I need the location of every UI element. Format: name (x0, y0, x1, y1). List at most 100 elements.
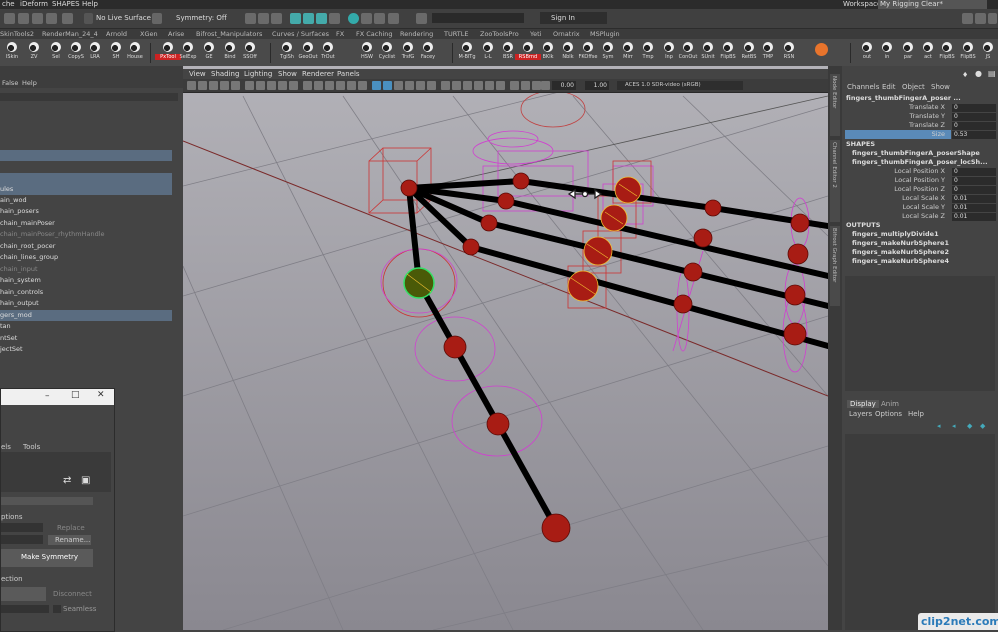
layer-menu-item[interactable]: Options (875, 410, 902, 418)
viewport-scene[interactable] (183, 66, 828, 630)
viewport-tool-icon[interactable] (383, 81, 392, 90)
sign-in-dropdown[interactable]: Sign In (540, 12, 607, 24)
pause-icon[interactable] (388, 13, 399, 24)
shelf-button[interactable]: Sel (46, 41, 66, 65)
viewport-tool-icon[interactable] (416, 81, 425, 90)
viewport-menu-item[interactable]: Shading (211, 69, 239, 79)
shape-attr-name[interactable]: Local Position X (845, 167, 945, 176)
shelf-sphere-icon[interactable] (815, 43, 828, 56)
channel-menu-item[interactable]: Edit (882, 83, 896, 91)
viewport-tool-icon[interactable] (245, 81, 254, 90)
shelf-tab[interactable]: Bifrost_Manipulators (196, 29, 262, 39)
outliner-selected-row[interactable] (0, 173, 172, 184)
minimize-icon[interactable]: – (45, 391, 50, 401)
live-surface-label[interactable]: No Live Surface (96, 14, 151, 22)
channel-menu-item[interactable]: Object (902, 83, 925, 91)
outliner-item[interactable]: chain_lines_group (0, 252, 172, 263)
attr-name[interactable]: Translate X (845, 103, 945, 112)
shelf-button[interactable]: GeoOut (298, 41, 318, 65)
bifrost-editor-tab[interactable]: Bifrost Graph Editor (830, 226, 840, 306)
outliner-item[interactable]: chain_root_pocer (0, 241, 172, 252)
shelf-button[interactable]: ISkin (2, 41, 22, 65)
viewport-tool-icon[interactable] (427, 81, 436, 90)
display-tab[interactable]: Display (847, 400, 879, 408)
layer-menu-item[interactable]: Layers (849, 410, 872, 418)
shape-attr-name[interactable]: Local Scale X (845, 194, 945, 203)
channel-menu-item[interactable]: Show (931, 83, 950, 91)
shelf-tab[interactable]: Ornatrix (553, 29, 580, 39)
viewport-tool-icon[interactable] (474, 81, 483, 90)
shelf-button[interactable]: Nblk (558, 41, 578, 65)
shape-attr-value-field[interactable]: 0 (952, 176, 996, 185)
tool-icon[interactable] (62, 13, 73, 24)
outliner-item[interactable]: gers_mod (0, 309, 172, 321)
viewport-tool-icon[interactable] (198, 81, 207, 90)
shelf-button[interactable]: RetBS (739, 41, 759, 65)
shelf-button[interactable]: Cyclist (377, 41, 397, 65)
shelf-button[interactable]: Mirr (618, 41, 638, 65)
viewport-tool-icon[interactable] (314, 81, 323, 90)
shelf-tab[interactable]: FX (336, 29, 344, 39)
shelf-button[interactable]: in (877, 41, 897, 65)
channel-editor-tab[interactable]: Channel Editor 2 (830, 140, 840, 222)
viewport-menu-item[interactable]: Show (278, 69, 297, 79)
tool-icon[interactable] (329, 13, 340, 24)
shape-name[interactable]: fingers_thumbFingerA_poser_locSh... (852, 158, 988, 167)
shape-attr-value-field[interactable]: 0.01 (952, 194, 996, 203)
attr-value-field[interactable]: 0 (952, 103, 996, 112)
shape-name[interactable]: fingers_thumbFingerA_poserShape (852, 149, 980, 158)
tool-icon[interactable] (361, 13, 372, 24)
viewport-menu-item[interactable]: Lighting (244, 69, 272, 79)
viewport-tool-icon[interactable] (347, 81, 356, 90)
viewport-tool-icon[interactable] (231, 81, 240, 90)
attr-value-field[interactable]: 0.53 (952, 130, 996, 139)
shelf-button[interactable]: TglSh (277, 41, 297, 65)
shelf-button[interactable]: Bind (220, 41, 240, 65)
shelf-button[interactable]: SUnit (698, 41, 718, 65)
viewport-tool-icon[interactable] (278, 81, 287, 90)
shelf-button[interactable]: House (125, 41, 145, 65)
channel-menu-item[interactable]: Channels (847, 83, 879, 91)
viewport-tool-icon[interactable] (452, 81, 461, 90)
viewport-menu-item[interactable]: Renderer (302, 69, 334, 79)
attr-name[interactable]: Translate Y (845, 112, 945, 121)
command-input[interactable] (432, 13, 524, 23)
symmetry-label[interactable]: Symmetry: Off (176, 14, 227, 22)
viewport-3d[interactable] (183, 66, 828, 630)
output-node[interactable]: fingers_makeNurbSphere1 (852, 239, 949, 248)
render-icon[interactable] (290, 13, 301, 24)
tool-icon[interactable] (4, 13, 15, 24)
shelf-tab[interactable]: ZooToolsPro (480, 29, 519, 39)
outliner-item[interactable]: ntSet (0, 333, 172, 344)
viewport-tool-icon[interactable] (220, 81, 229, 90)
output-node[interactable]: fingers_makeNurbSphere2 (852, 248, 949, 257)
shelf-button[interactable]: par (898, 41, 918, 65)
refresh-icon[interactable]: ⇄ (63, 475, 71, 486)
shape-attr-value-field[interactable]: 0.01 (952, 203, 996, 212)
layer-menu-item[interactable]: Help (908, 410, 924, 418)
viewport-tool-icon[interactable] (325, 81, 334, 90)
outliner-item[interactable]: chain_input (0, 264, 172, 275)
node-editor-tab[interactable]: Node Editor (830, 74, 840, 136)
layer-tool-icon[interactable]: ◆ (967, 422, 972, 430)
viewport-tool-icon[interactable] (496, 81, 505, 90)
render-icon[interactable] (303, 13, 314, 24)
outliner-item[interactable]: hain_controls (0, 287, 172, 298)
outliner-menu-item[interactable]: False (2, 79, 18, 87)
exposure-field[interactable]: 0.00 (552, 81, 576, 90)
viewport-tool-icon[interactable] (405, 81, 414, 90)
shelf-tab[interactable]: Curves / Surfaces (272, 29, 329, 39)
layer-tool-icon[interactable]: ◂ (937, 422, 941, 430)
outliner-item[interactable]: jectSet (0, 344, 172, 355)
tool-icon[interactable] (18, 13, 29, 24)
shelf-button[interactable]: GE (199, 41, 219, 65)
output-node[interactable]: fingers_multiplyDivide1 (852, 230, 939, 239)
viewport-tool-icon[interactable] (267, 81, 276, 90)
outliner-item[interactable]: ain_wod (0, 195, 172, 206)
shelf-button[interactable]: RSN (779, 41, 799, 65)
colorspace-dropdown[interactable]: ACES 1.0 SDR-video (sRGB) (617, 81, 743, 90)
viewport-menu-item[interactable]: Panels (337, 69, 360, 79)
live-surface-icon[interactable] (84, 13, 93, 24)
viewport-tool-icon[interactable] (521, 81, 530, 90)
attr-name[interactable]: Translate Z (845, 121, 945, 130)
